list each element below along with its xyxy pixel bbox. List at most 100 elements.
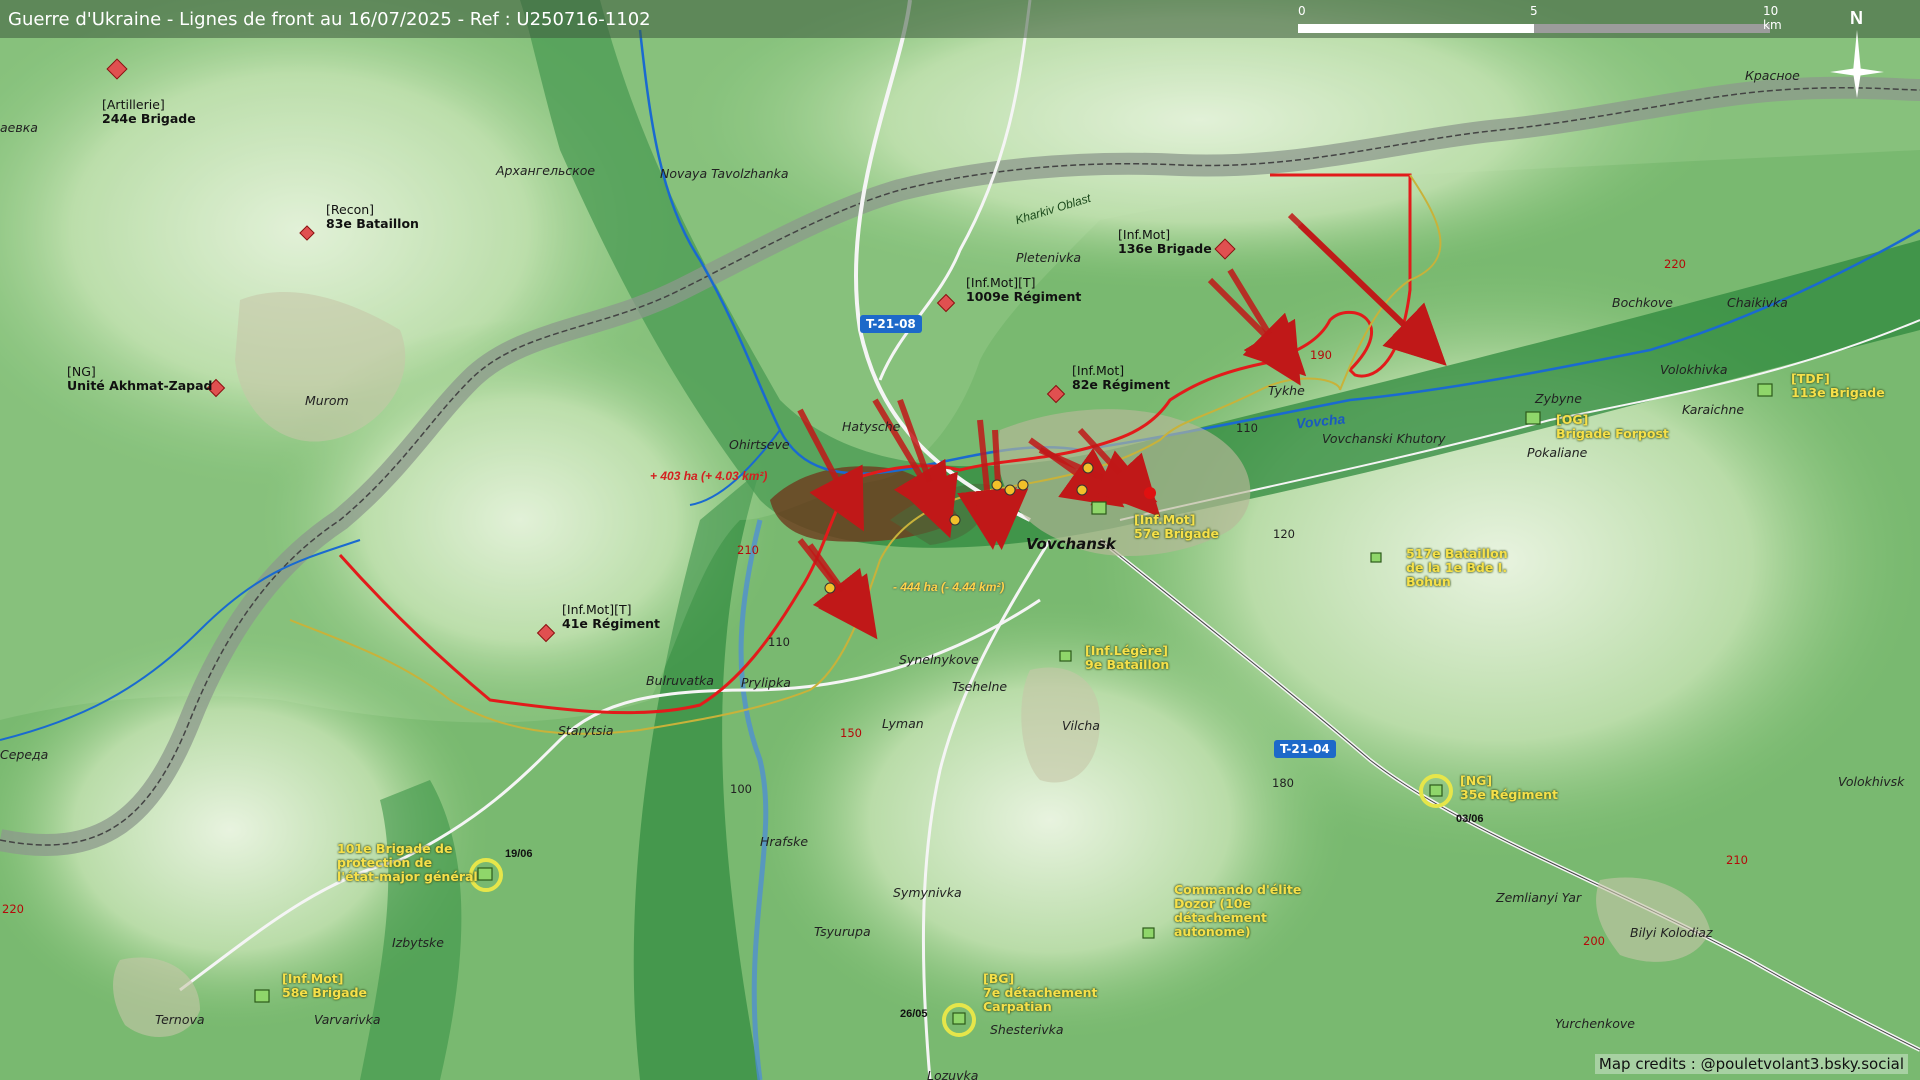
map-credits: Map credits : @pouletvolant3.bsky.social <box>1594 1054 1908 1074</box>
elevation-label: 120 <box>1273 527 1295 541</box>
map-view[interactable]: Guerre d'Ukraine - Lignes de front au 16… <box>0 0 1920 1080</box>
scale-bar-graphic <box>1298 24 1770 33</box>
road-shield: T-21-08 <box>860 315 922 333</box>
place-label: Tsyurupa <box>814 924 871 939</box>
unit-ru-83[interactable]: [Recon] 83e Bataillon <box>326 203 419 231</box>
unit-ua-forpost[interactable]: [OG] Brigade Forpost <box>1556 413 1669 441</box>
map-canvas[interactable] <box>0 0 1920 1080</box>
place-label: Tykhe <box>1268 383 1305 398</box>
unit-line: [OG] <box>1556 412 1589 427</box>
unit-type: [Recon] <box>326 202 375 217</box>
unit-line: Brigade Forpost <box>1556 426 1669 441</box>
unit-name: 1009e Régiment <box>966 289 1082 304</box>
unit-line: 7e détachement <box>983 985 1098 1000</box>
area-loss-label: - 444 ha (- 4.44 km²) <box>893 580 1005 594</box>
title-bar: Guerre d'Ukraine - Lignes de front au 16… <box>0 0 1920 38</box>
unit-ru-136[interactable]: [Inf.Mot] 136e Brigade <box>1118 228 1212 256</box>
place-label: Murom <box>305 393 349 408</box>
place-label: Lozuvka <box>927 1068 979 1080</box>
place-label: Середа <box>0 747 49 762</box>
place-label-main: Vovchansk <box>1026 535 1116 553</box>
place-label: Hatysche <box>842 419 901 434</box>
unit-name: 41e Régiment <box>562 616 660 631</box>
scale-label-10: 10 km <box>1763 4 1782 32</box>
place-label: Yurchenkove <box>1555 1016 1635 1031</box>
place-label: Tsehelne <box>952 679 1008 694</box>
unit-name: 244e Brigade <box>102 111 196 126</box>
place-label: Volokhivsk <box>1838 774 1905 789</box>
red-event-dot <box>1144 487 1156 499</box>
unit-ua-dozor[interactable]: Commando d'élite Dozor (10e détachement aut… <box>1174 883 1301 939</box>
unit-ua-35[interactable]: [NG] 35e Régiment <box>1460 774 1558 802</box>
place-label: Vilcha <box>1062 718 1100 733</box>
map-title: Guerre d'Ukraine - Lignes de front au 16… <box>8 9 651 30</box>
place-label: Zybyne <box>1535 391 1582 406</box>
unit-ru-244[interactable]: [Artillerie] 244e Brigade <box>102 98 196 126</box>
unit-line: autonome) <box>1174 924 1251 939</box>
elevation-label: 110 <box>768 635 790 649</box>
unit-line: [TDF] <box>1791 371 1830 386</box>
unit-line: [BG] <box>983 971 1015 986</box>
road-shield: T-21-04 <box>1274 740 1336 758</box>
date-label: 19/06 <box>505 848 533 860</box>
unit-name: 83e Bataillon <box>326 216 419 231</box>
unit-ua-58[interactable]: [Inf.Mot] 58e Brigade <box>282 972 367 1000</box>
place-label: Hrafske <box>760 834 809 849</box>
north-label: N <box>1850 8 1863 28</box>
place-label: Symynivka <box>893 885 962 900</box>
unit-ru-82[interactable]: [Inf.Mot] 82e Régiment <box>1072 364 1170 392</box>
unit-line: Commando d'élite <box>1174 882 1302 897</box>
place-label: Lyman <box>882 716 924 731</box>
unit-line: de la 1e Bde I. <box>1406 560 1508 575</box>
unit-type: [Inf.Mot] <box>1072 363 1125 378</box>
place-label: Pletenivka <box>1016 250 1081 265</box>
place-label: Ohirtseve <box>729 437 790 452</box>
place-label: Красное <box>1745 68 1800 83</box>
unit-line: [Inf.Légère] <box>1085 643 1168 658</box>
scale-label-0: 0 <box>1298 4 1306 18</box>
elevation-label: 210 <box>1726 853 1748 867</box>
place-label: Ternova <box>155 1012 205 1027</box>
place-label: Vovchanski Khutory <box>1322 431 1446 446</box>
unit-line: 58e Brigade <box>282 985 368 1000</box>
place-label: Synelnykove <box>899 652 979 667</box>
place-label: Varvarivka <box>314 1012 381 1027</box>
elevation-label: 190 <box>1310 348 1332 362</box>
unit-ru-41[interactable]: [Inf.Mot][T] 41e Régiment <box>562 603 660 631</box>
unit-line: Carpatian <box>983 999 1052 1014</box>
unit-name: 82e Régiment <box>1072 377 1170 392</box>
place-label: Karaichne <box>1682 402 1745 417</box>
unit-type: [Inf.Mot][T] <box>562 602 632 617</box>
unit-ua-113[interactable]: [TDF] 113e Brigade <box>1791 372 1885 400</box>
elevation-label: 210 <box>737 543 759 557</box>
unit-line: [NG] <box>1460 773 1493 788</box>
place-label: Архангельское <box>496 163 596 178</box>
place-label: аевка <box>0 120 38 135</box>
unit-ru-akhmat[interactable]: [NG] Unité Akhmat-Zapad <box>67 365 212 393</box>
scale-label-5: 5 <box>1530 4 1538 18</box>
place-label: Novaya Tavolzhanka <box>660 166 789 181</box>
place-label: Shesterivka <box>990 1022 1064 1037</box>
elevation-label: 200 <box>1583 934 1605 948</box>
unit-type: [Inf.Mot] <box>1118 227 1171 242</box>
elevation-label: 220 <box>1664 257 1686 271</box>
elevation-label: 100 <box>730 782 752 796</box>
unit-line: [Inf.Mot] <box>282 971 344 986</box>
unit-line: 9e Bataillon <box>1085 657 1170 672</box>
unit-ua-9[interactable]: [Inf.Légère] 9e Bataillon <box>1085 644 1169 672</box>
unit-line: l'état-major général <box>337 869 478 884</box>
unit-line: 101e Brigade de <box>337 841 453 856</box>
place-label: Starytsia <box>558 723 614 738</box>
unit-ua-517[interactable]: 517e Bataillon de la 1e Bde I. Bohun <box>1406 547 1508 589</box>
unit-ua-carpatian[interactable]: [BG] 7e détachement Carpatian <box>983 972 1098 1014</box>
unit-line: 517e Bataillon <box>1406 546 1508 561</box>
unit-ua-101[interactable]: 101e Brigade de protection de l'état-major… <box>337 842 478 884</box>
unit-ua-57[interactable]: [Inf.Mot] 57e Brigade <box>1134 513 1219 541</box>
date-label: 26/05 <box>900 1008 928 1020</box>
area-gain-label: + 403 ha (+ 4.03 km²) <box>650 469 768 483</box>
place-label: Bochkove <box>1612 295 1673 310</box>
place-label: Volokhivka <box>1660 362 1728 377</box>
elevation-label: 150 <box>840 726 862 740</box>
unit-ru-1009[interactable]: [Inf.Mot][T] 1009e Régiment <box>966 276 1081 304</box>
place-label: Bulruvatka <box>646 673 714 688</box>
